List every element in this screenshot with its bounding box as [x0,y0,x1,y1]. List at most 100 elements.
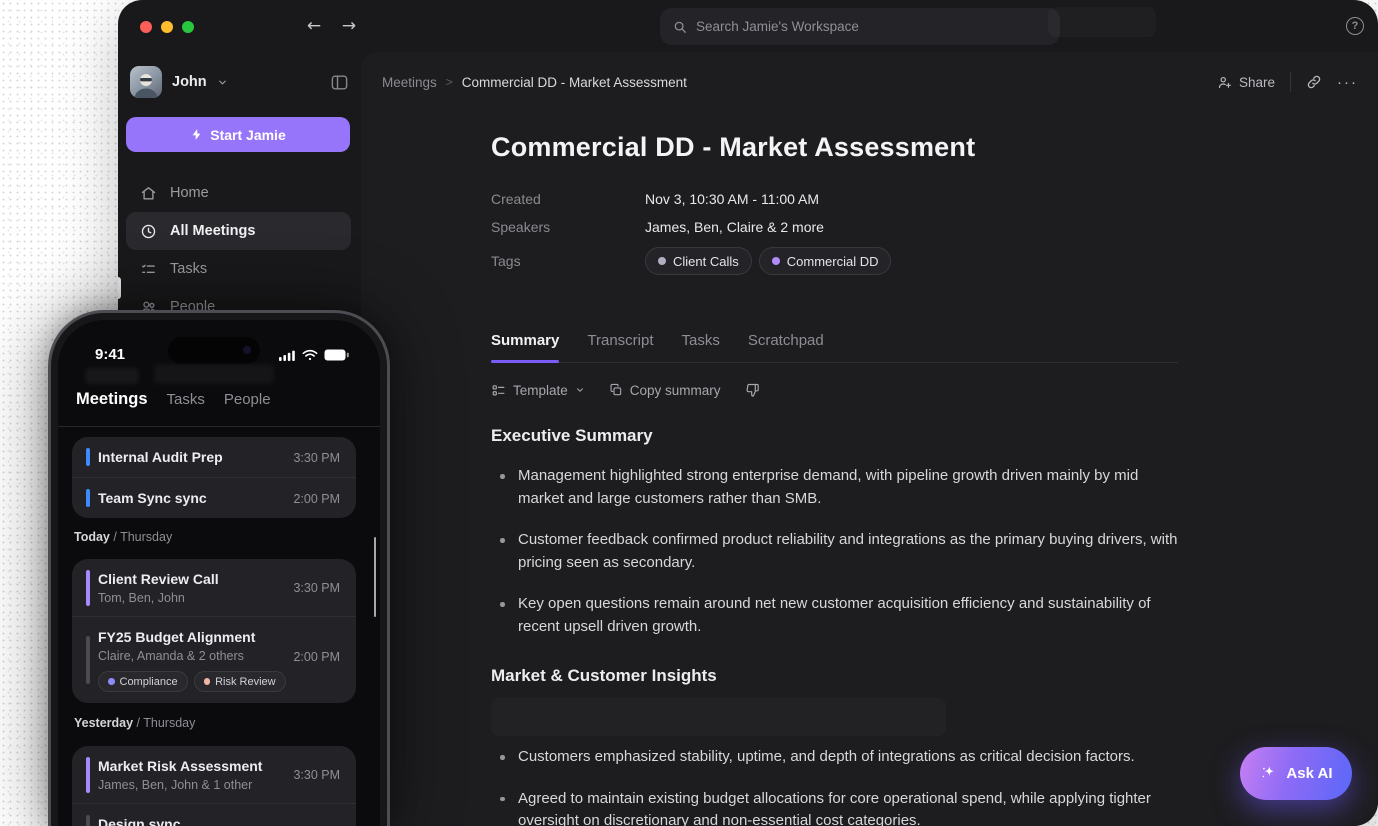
help-button[interactable]: ? [1346,17,1364,35]
copy-summary-button[interactable]: Copy summary [609,383,721,398]
meeting-row[interactable]: Market Risk Assessment James, Ben, John … [72,746,356,803]
created-value: Nov 3, 10:30 AM - 11:00 AM [645,191,891,207]
color-bar [86,448,90,466]
main-panel: Meetings > Commercial DD - Market Assess… [361,52,1378,826]
tag-dot [204,678,211,685]
titlebar: ← → Search Jamie's Workspace ? [118,0,1378,52]
tag-commercial-dd[interactable]: Commercial DD [759,247,892,275]
meeting-tag-compliance: Compliance [98,671,188,692]
start-jamie-button[interactable]: Start Jamie [126,117,350,152]
meeting-row[interactable]: Internal Audit Prep 3:30 PM [72,437,356,477]
ask-ai-button[interactable]: Ask AI [1240,747,1352,800]
meeting-time: 2:00 PM [293,492,340,506]
meeting-tag-risk-review: Risk Review [194,671,286,692]
breadcrumb: Meetings > Commercial DD - Market Assess… [382,69,1358,95]
phone-tab-tasks[interactable]: Tasks [167,391,205,408]
sidebar-item-all-meetings[interactable]: All Meetings [126,212,351,250]
faded-content-placeholder [491,698,946,736]
section-heading-executive-summary: Executive Summary [491,426,653,446]
phone-tab-meetings[interactable]: Meetings [76,390,148,409]
traffic-lights [140,21,194,33]
speakers-label: Speakers [491,219,645,235]
person-plus-icon [1217,75,1232,90]
battery-icon [324,349,349,361]
breadcrumb-parent[interactable]: Meetings [382,75,437,90]
color-bar [86,636,90,684]
bullet-item: Customers emphasized stability, uptime, … [491,746,1181,769]
active-item-indicator [118,277,121,299]
tab-transcript[interactable]: Transcript [587,332,653,362]
clock-icon [140,223,157,240]
thumbs-down-button[interactable] [745,382,761,398]
breadcrumb-current: Commercial DD - Market Assessment [462,75,687,90]
tag-client-calls[interactable]: Client Calls [645,247,752,275]
wifi-icon [302,349,318,361]
bullet-item: Customer feedback confirmed product reli… [491,529,1181,574]
section-heading-market-insights: Market & Customer Insights [491,666,717,686]
meeting-time: 3:30 PM [293,768,340,782]
color-bar [86,570,90,606]
color-bar [86,757,90,793]
executive-summary-bullets: Management highlighted strong enterprise… [491,465,1181,657]
bolt-icon [190,128,203,141]
close-window-button[interactable] [140,21,152,33]
sidebar-item-tasks[interactable]: Tasks [126,250,351,288]
color-bar [86,815,90,826]
meeting-metadata: Created Nov 3, 10:30 AM - 11:00 AM Speak… [491,191,891,275]
home-icon [140,185,157,202]
tags-label: Tags [491,253,645,269]
share-button[interactable]: Share [1217,75,1275,90]
workspace-switcher[interactable]: John [130,64,349,100]
meeting-row[interactable]: Client Review Call Tom, Ben, John 3:30 P… [72,559,356,616]
group-label-today: Today / Thursday [74,530,172,544]
color-bar [86,489,90,507]
created-label: Created [491,191,645,207]
dynamic-island [168,337,260,364]
forward-arrow-button[interactable]: → [338,14,360,38]
search-placeholder: Search Jamie's Workspace [696,19,859,34]
bullet-item: Key open questions remain around net new… [491,593,1181,638]
meeting-row[interactable]: FY25 Budget Alignment Claire, Amanda & 2… [72,616,356,703]
chevron-down-icon [575,385,585,395]
search-icon [673,20,687,34]
divider [1290,72,1291,92]
tab-summary[interactable]: Summary [491,332,559,362]
tab-scratchpad[interactable]: Scratchpad [748,332,824,362]
divider [58,426,380,427]
phone-scrollbar[interactable] [374,537,377,617]
page-title: Commercial DD - Market Assessment [491,132,975,163]
phone-mockup: 9:41 Meetings Tasks People Internal [48,310,390,826]
sidebar-nav: Home All Meetings Tasks People [126,174,351,326]
chevron-down-icon [217,77,228,88]
more-options-button[interactable]: ··· [1337,74,1358,91]
tag-dot [108,678,115,685]
sparkle-icon [1259,764,1278,783]
breadcrumb-separator: > [446,75,453,89]
faded-titlebar-element [1048,7,1156,37]
meeting-row[interactable]: Team Sync sync 2:00 PM [72,477,356,518]
phone-tabs: Meetings Tasks People [76,390,271,409]
sidebar-item-home[interactable]: Home [126,174,351,212]
summary-toolbar: Template Copy summary [491,382,761,398]
meeting-time: 3:30 PM [293,581,340,595]
meeting-card: Internal Audit Prep 3:30 PM Team Sync sy… [72,437,356,518]
phone-clock: 9:41 [95,346,125,363]
back-arrow-button[interactable]: ← [303,14,325,38]
market-insights-bullets: Customers emphasized stability, uptime, … [491,746,1181,826]
template-dropdown[interactable]: Template [491,383,585,398]
blurred-filter-pill [154,364,274,384]
bullet-item: Management highlighted strong enterprise… [491,465,1181,510]
meeting-row[interactable]: Design sync [72,803,356,826]
copy-icon [609,383,623,397]
minimize-window-button[interactable] [161,21,173,33]
tasks-icon [140,261,157,278]
sidebar-collapse-icon[interactable] [330,73,349,92]
workspace-search-input[interactable]: Search Jamie's Workspace [660,8,1060,45]
tag-dot [658,257,666,265]
blurred-filter-pill [85,368,139,384]
tab-tasks[interactable]: Tasks [682,332,720,362]
camera-dot [243,346,251,354]
phone-tab-people[interactable]: People [224,391,271,408]
copy-link-icon[interactable] [1306,74,1322,90]
zoom-window-button[interactable] [182,21,194,33]
